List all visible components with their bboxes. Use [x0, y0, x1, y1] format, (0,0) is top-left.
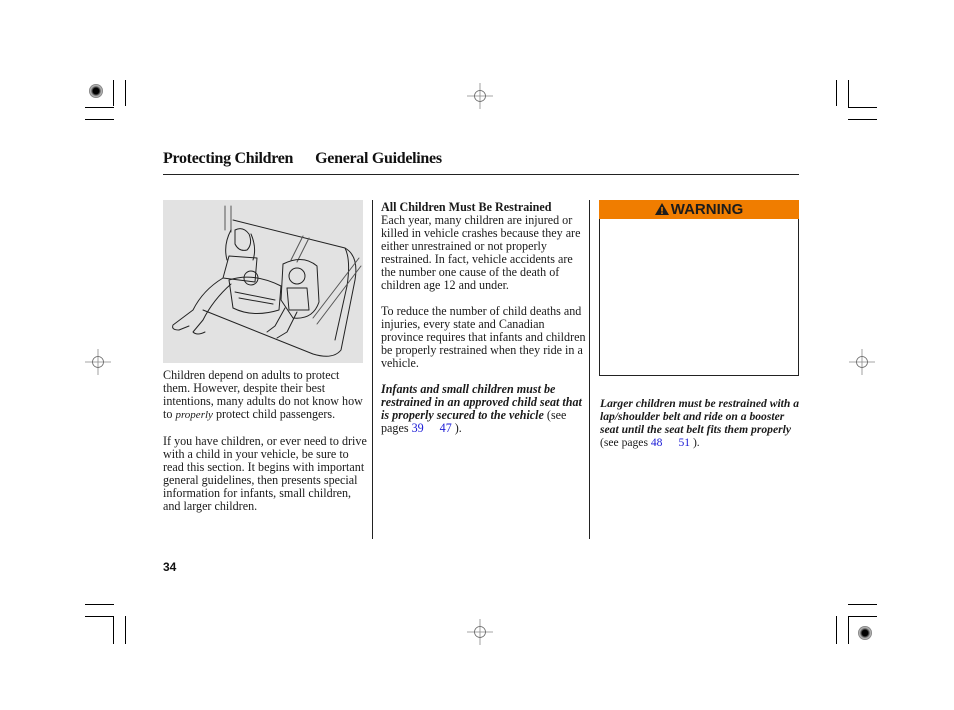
crop-line [848, 107, 877, 108]
restraint-column: All Children Must Be Restrained Each yea… [381, 201, 586, 435]
column-divider [372, 200, 373, 539]
crop-line [848, 119, 877, 120]
infant-rule-paragraph: Infants and small children must be restr… [381, 383, 586, 435]
see-pages-end: ). [451, 421, 462, 435]
crop-line [85, 604, 114, 605]
registration-mark-icon [89, 84, 103, 98]
intro-paragraph: If you have children, or ever need to dr… [163, 434, 367, 513]
illustration-drawing [172, 205, 362, 357]
crop-line [85, 107, 114, 108]
crop-line [836, 616, 837, 644]
intro-paragraph: Children depend on adults to protect the… [163, 369, 368, 422]
column-divider [589, 200, 590, 539]
warning-header: WARNING [599, 200, 799, 219]
crop-line [113, 80, 114, 106]
crop-line [848, 604, 877, 605]
warning-box: WARNING [599, 200, 799, 376]
page-header: Protecting Children General Guidelines [163, 150, 442, 168]
body-paragraph: To reduce the number of child deaths and… [381, 304, 586, 370]
page-link-47[interactable]: 47 [440, 421, 452, 435]
crop-line [113, 616, 114, 644]
crop-line [836, 80, 837, 106]
crosshair-icon [85, 349, 111, 375]
page-link-51[interactable]: 51 [678, 436, 690, 449]
section-title: Protecting Children [163, 150, 294, 167]
see-pages-end: ). [690, 436, 700, 449]
larger-children-rule-text: Larger children must be restrained with … [600, 397, 800, 436]
crosshair-icon [467, 619, 493, 645]
crop-line [848, 80, 849, 108]
body-paragraph: Each year, many children are injured or … [381, 213, 581, 292]
child-seat-illustration [163, 200, 363, 363]
warning-label: WARNING [670, 201, 744, 218]
crop-line [85, 616, 114, 617]
intro-column: Children depend on adults to protect the… [163, 369, 368, 513]
crosshair-icon [467, 83, 493, 109]
subsection-title: General Guidelines [315, 150, 442, 167]
crop-line [85, 119, 114, 120]
crop-line [125, 616, 126, 644]
crop-line [125, 80, 126, 106]
see-pages-text: (see pages [600, 436, 651, 449]
intro-text: protect child passengers. [212, 407, 336, 421]
emphasis-text: properly [175, 409, 213, 421]
warning-triangle-icon [654, 203, 669, 215]
page-link-39[interactable]: 39 [412, 421, 424, 435]
larger-children-column: Larger children must be restrained with … [600, 397, 805, 449]
crop-line [848, 616, 877, 617]
page-number: 34 [163, 560, 177, 574]
crop-line [848, 616, 849, 644]
crosshair-icon [849, 349, 875, 375]
registration-mark-icon [858, 626, 872, 640]
larger-children-paragraph: Larger children must be restrained with … [600, 397, 805, 449]
page-link-48[interactable]: 48 [651, 436, 663, 449]
header-rule [163, 174, 799, 175]
